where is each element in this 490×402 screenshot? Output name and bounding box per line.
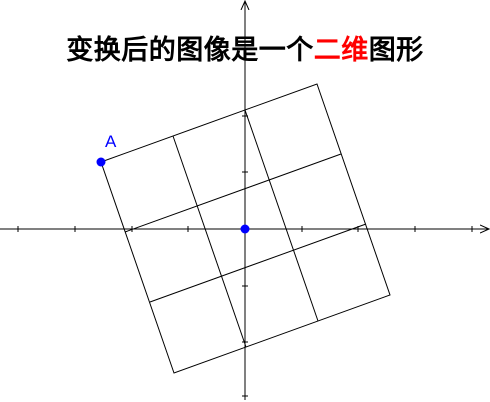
coordinate-plane [0, 0, 490, 400]
origin-point[interactable] [240, 224, 250, 234]
grid-line-h2 [149, 223, 367, 303]
grid-line-v2 [244, 109, 319, 322]
grid-line-h1 [124, 153, 342, 233]
grid-line-v1 [172, 135, 247, 348]
point-a[interactable] [96, 157, 106, 167]
point-a-label: A [105, 132, 117, 151]
